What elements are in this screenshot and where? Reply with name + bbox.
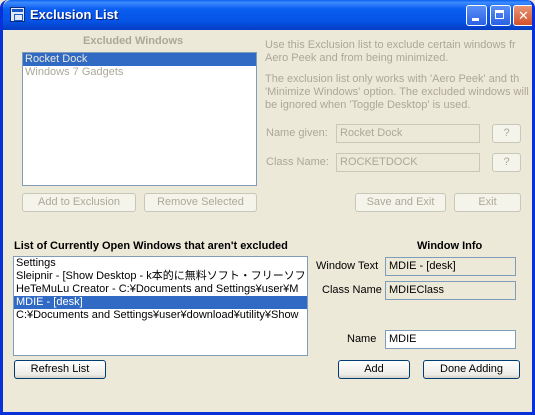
name-label: Name (347, 333, 377, 345)
open-windows-list[interactable]: Settings Sleipnir - [Show Desktop - k本的に… (13, 256, 308, 356)
class-name-field[interactable]: ROCKETDOCK (336, 153, 480, 172)
done-adding-button[interactable]: Done Adding (423, 360, 520, 379)
name-given-field[interactable]: Rocket Dock (336, 124, 480, 143)
window-text-field[interactable]: MDIE - [desk] (385, 257, 516, 276)
class-name-info-label: Class Name (322, 284, 382, 296)
description-line: Use this Exclusion list to exclude certa… (265, 39, 516, 51)
exit-button[interactable]: Exit (454, 193, 521, 212)
class-name-label: Class Name: (266, 156, 329, 168)
list-item[interactable]: Rocket Dock (23, 53, 256, 66)
class-name-info-field[interactable]: MDIEClass (385, 281, 516, 300)
list-item[interactable]: Windows 7 Gadgets (23, 66, 256, 79)
list-item[interactable]: MDIE - [desk] (14, 296, 307, 309)
maximize-button[interactable] (490, 5, 511, 26)
name-help-button[interactable]: ? (492, 124, 521, 143)
remove-selected-button[interactable]: Remove Selected (144, 193, 257, 212)
list-item[interactable]: HeTeMuLu Creator - C:¥Documents and Sett… (14, 283, 307, 296)
name-given-label: Name given: (266, 127, 328, 139)
description-line: Aero Peek and from being minimized. (265, 52, 449, 64)
exclusion-list-window: Exclusion List ✕ Excluded Windows Rocket… (0, 0, 535, 415)
add-to-exclusion-button[interactable]: Add to Exclusion (22, 193, 136, 212)
list-item[interactable]: C:¥Documents and Settings¥user¥download¥… (14, 309, 307, 322)
description-line: be ignored when 'Toggle Desktop' is used… (265, 99, 471, 111)
add-button[interactable]: Add (338, 360, 410, 379)
app-window-icon (10, 7, 25, 22)
list-item[interactable]: Settings (14, 257, 307, 270)
window-info-heading: Window Info (417, 240, 483, 252)
exclusion-description: Use this Exclusion list to exclude certa… (265, 39, 532, 112)
minimize-button[interactable] (466, 5, 487, 26)
open-windows-heading: List of Currently Open Windows that aren… (14, 240, 288, 252)
title-bar[interactable]: Exclusion List ✕ (3, 0, 532, 30)
name-input[interactable]: MDIE (385, 330, 516, 349)
window-title: Exclusion List (30, 7, 119, 22)
list-item[interactable]: Sleipnir - [Show Desktop - k本的に無料ソフト・フリー… (14, 270, 307, 283)
save-and-exit-button[interactable]: Save and Exit (355, 193, 446, 212)
window-text-label: Window Text (316, 260, 379, 272)
close-button[interactable]: ✕ (513, 5, 532, 26)
class-help-button[interactable]: ? (492, 153, 521, 172)
excluded-windows-list[interactable]: Rocket Dock Windows 7 Gadgets (22, 52, 257, 186)
excluded-windows-heading: Excluded Windows (83, 35, 184, 47)
description-line: The exclusion list only works with 'Aero… (265, 73, 520, 85)
description-line: 'Minimize Windows' option. The excluded … (265, 86, 529, 98)
refresh-list-button[interactable]: Refresh List (14, 360, 106, 379)
